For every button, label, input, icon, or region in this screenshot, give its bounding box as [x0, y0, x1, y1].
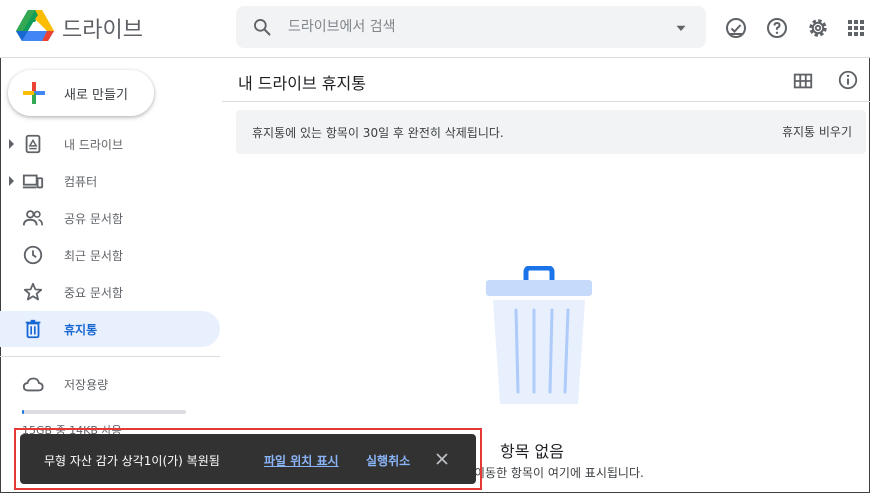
sidebar-item-label: 공유 문서함 [64, 212, 124, 226]
sidebar-item-trash[interactable]: 휴지통 [0, 311, 220, 347]
computers-icon [22, 174, 44, 189]
expand-arrow-icon[interactable] [9, 176, 14, 186]
storage-usage-bar [22, 410, 186, 414]
search-input[interactable] [288, 14, 648, 40]
new-button-label: 새로 만들기 [64, 88, 128, 103]
clock-icon [23, 245, 43, 265]
top-bar: 드라이브 [0, 0, 870, 58]
help-icon[interactable] [765, 16, 789, 40]
cloud-icon [22, 377, 44, 392]
my-drive-icon [25, 134, 41, 154]
sidebar-item-computers[interactable]: 컴퓨터 [0, 163, 220, 199]
main-divider [222, 101, 870, 102]
sidebar-item-shared[interactable]: 공유 문서함 [0, 200, 220, 236]
drive-logo-icon[interactable] [16, 10, 54, 44]
empty-trash-button[interactable]: 휴지통 비우기 [782, 123, 852, 140]
sidebar-item-label: 최근 문서함 [64, 249, 124, 263]
undo-button[interactable]: 실행취소 [366, 452, 410, 469]
sidebar-item-recent[interactable]: 최근 문서함 [0, 237, 220, 273]
new-button[interactable]: 새로 만들기 [8, 70, 154, 116]
show-file-location-link[interactable]: 파일 위치 표시 [264, 452, 339, 469]
sidebar-item-storage[interactable]: 저장용량 [0, 366, 220, 402]
storage-usage-fill [22, 410, 24, 414]
sidebar-divider [0, 356, 220, 357]
sidebar-item-my-drive[interactable]: 내 드라이브 [0, 126, 220, 162]
shared-icon [22, 210, 43, 226]
app-name: 드라이브 [62, 18, 143, 43]
empty-state-title: 항목 없음 [500, 442, 564, 461]
snackbar: 무형 자산 감가 상각1이(가) 복원됨 파일 위치 표시 실행취소 [20, 434, 476, 484]
page-title: 내 드라이브 휴지통 [238, 74, 366, 93]
empty-trash-illustration-icon [486, 266, 592, 404]
apps-grid-icon[interactable] [844, 16, 868, 40]
grid-view-icon[interactable] [792, 70, 814, 92]
sidebar-item-label: 내 드라이브 [64, 138, 124, 152]
settings-icon[interactable] [806, 16, 830, 40]
search-bar[interactable] [236, 6, 706, 48]
sidebar-item-label: 저장용량 [64, 378, 109, 392]
sidebar-item-label: 컴퓨터 [64, 175, 98, 189]
trash-notice-text: 휴지통에 있는 항목이 30일 후 완전히 삭제됩니다. [252, 126, 504, 140]
search-options-dropdown-icon[interactable] [672, 19, 690, 37]
star-icon [23, 282, 43, 301]
sidebar-item-label: 중요 문서함 [64, 286, 124, 300]
search-icon[interactable] [252, 17, 272, 37]
sidebar-item-label: 휴지통 [64, 323, 98, 337]
snackbar-message: 무형 자산 감가 상각1이(가) 복원됨 [44, 454, 220, 468]
trash-notice-banner: 휴지통에 있는 항목이 30일 후 완전히 삭제됩니다. 휴지통 비우기 [236, 110, 866, 154]
expand-arrow-icon[interactable] [9, 139, 14, 149]
close-icon[interactable] [432, 449, 452, 469]
empty-state-subtitle: 이동한 항목이 여기에 표시됩니다. [474, 466, 644, 480]
offline-status-icon[interactable] [724, 16, 748, 40]
trash-icon [25, 319, 41, 339]
sidebar-item-starred[interactable]: 중요 문서함 [0, 274, 220, 310]
info-icon[interactable] [837, 69, 859, 91]
plus-icon [23, 82, 45, 104]
